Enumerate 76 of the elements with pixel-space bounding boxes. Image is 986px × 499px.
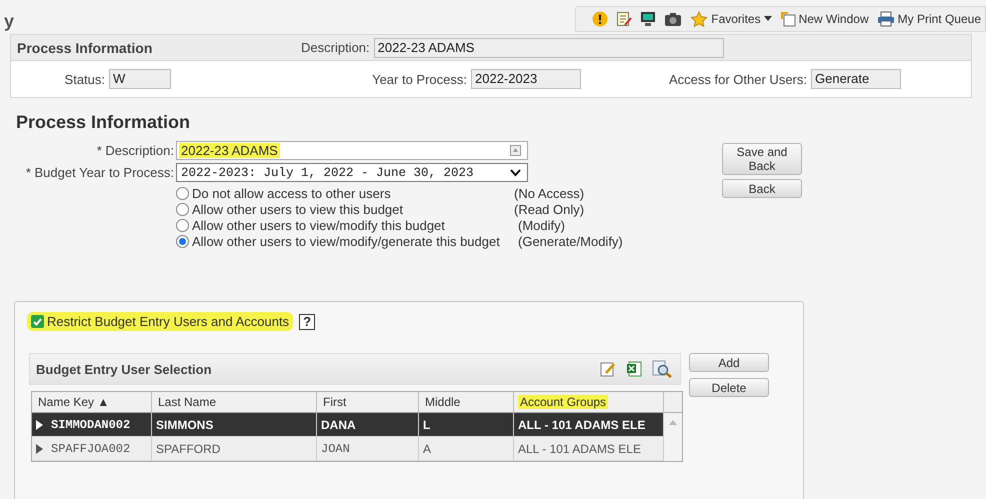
form-button[interactable]: Back (722, 179, 802, 198)
grid-button[interactable]: Add (689, 353, 769, 372)
field-label: Access for Other Users: (669, 72, 807, 86)
page-title: y (3, 11, 14, 33)
option-note: (No Access) (514, 186, 584, 200)
option-label: Do not allow access to other users (192, 186, 392, 200)
column-label: Account Groups (518, 395, 608, 409)
row-pointer-icon (36, 420, 43, 430)
option-note: (Read Only) (514, 202, 584, 216)
field-label: * Description: (96, 143, 175, 158)
chevron-icon (510, 168, 521, 176)
table-cell[interactable]: JOAN (317, 437, 419, 461)
option-note: (Generate/Modify) (518, 234, 623, 248)
option-label: Allow other users to view this budget (192, 202, 404, 216)
edit-icon[interactable] (600, 361, 616, 377)
table-cell[interactable]: SIMMONS (152, 413, 317, 437)
caret-icon (764, 16, 772, 22)
search-icon[interactable] (652, 360, 672, 378)
help-button[interactable]: ? (299, 314, 316, 330)
camera-icon[interactable] (664, 11, 682, 27)
alert-icon[interactable] (592, 11, 608, 27)
monitor-icon[interactable] (640, 11, 656, 27)
radio-button[interactable] (176, 218, 189, 232)
column-header[interactable]: Name Key ▲ (32, 392, 152, 413)
column-label: Name Key ▲ (37, 395, 110, 409)
table-cell[interactable]: ALL - 101 ADAMS ELE (514, 413, 664, 437)
grid-title: Budget Entry User Selection (36, 362, 212, 376)
toolbar-link[interactable]: New Window (780, 11, 869, 27)
column-header[interactable]: Account Groups (514, 392, 664, 413)
spreadsheet-icon[interactable] (626, 361, 642, 377)
option-label: Allow other users to view/modify this budget (192, 218, 446, 232)
table-cell[interactable]: DANA (317, 413, 419, 437)
column-label: Middle (424, 395, 462, 409)
grid-button[interactable]: Delete (689, 378, 769, 397)
section-title: Process Information (17, 40, 154, 56)
toolbar-link[interactable]: My Print Queue (876, 11, 981, 27)
description-field[interactable]: 2022-23 ADAMS (176, 141, 528, 160)
spell-icon (510, 145, 521, 156)
table-cell[interactable]: ALL - 101 ADAMS ELE (514, 437, 664, 461)
section-heading: Process Information (15, 111, 192, 134)
option-note: (Modify) (518, 218, 565, 232)
new-window-icon (780, 11, 796, 27)
table-cell[interactable]: A (419, 437, 514, 461)
field-label: Status: (64, 72, 105, 86)
table-cell[interactable]: SIMMODAN002 (32, 413, 152, 437)
description-value: 2022-23 ADAMS (374, 38, 724, 58)
budget-year-select[interactable]: 2022-2023: July 1, 2022 - June 30, 2023 (176, 163, 528, 182)
column-label: Last Name (157, 395, 218, 409)
row-pointer-icon (36, 444, 43, 454)
column-header[interactable]: Middle (419, 392, 514, 413)
checkbox[interactable] (31, 315, 44, 328)
table-cell[interactable]: SPAFFORD (152, 437, 317, 461)
field-label: Description: (301, 40, 370, 55)
checkbox-label: Restrict Budget Entry Users and Accounts (47, 314, 290, 329)
field-value: 2022-2023 (471, 69, 581, 89)
radio-button[interactable] (176, 234, 189, 248)
radio-button[interactable] (176, 202, 189, 216)
field-label: Year to Process: (372, 72, 467, 86)
favorites-menu[interactable]: Favorites (690, 11, 772, 27)
checkbox-row[interactable]: Restrict Budget Entry Users and Accounts (27, 312, 294, 331)
column-label: First (322, 395, 348, 409)
field-label: * Budget Year to Process: (24, 165, 175, 180)
field-value: 2022-23 ADAMS (179, 143, 280, 158)
notepad-icon[interactable] (616, 11, 632, 27)
scroll-up-icon (669, 419, 677, 425)
star-icon (690, 11, 708, 27)
option-label: Allow other users to view/modify/generate this budget (192, 234, 501, 248)
column-header[interactable]: Last Name (152, 392, 317, 413)
field-value: W (109, 69, 171, 89)
column-header[interactable]: First (317, 392, 419, 413)
printer-icon (876, 11, 895, 27)
field-value: Generate (811, 69, 901, 89)
radio-button[interactable] (176, 186, 189, 200)
form-button[interactable]: Save and Back (722, 143, 802, 175)
table-cell[interactable]: L (419, 413, 514, 437)
table-cell[interactable]: SPAFFJOA002 (32, 437, 152, 461)
